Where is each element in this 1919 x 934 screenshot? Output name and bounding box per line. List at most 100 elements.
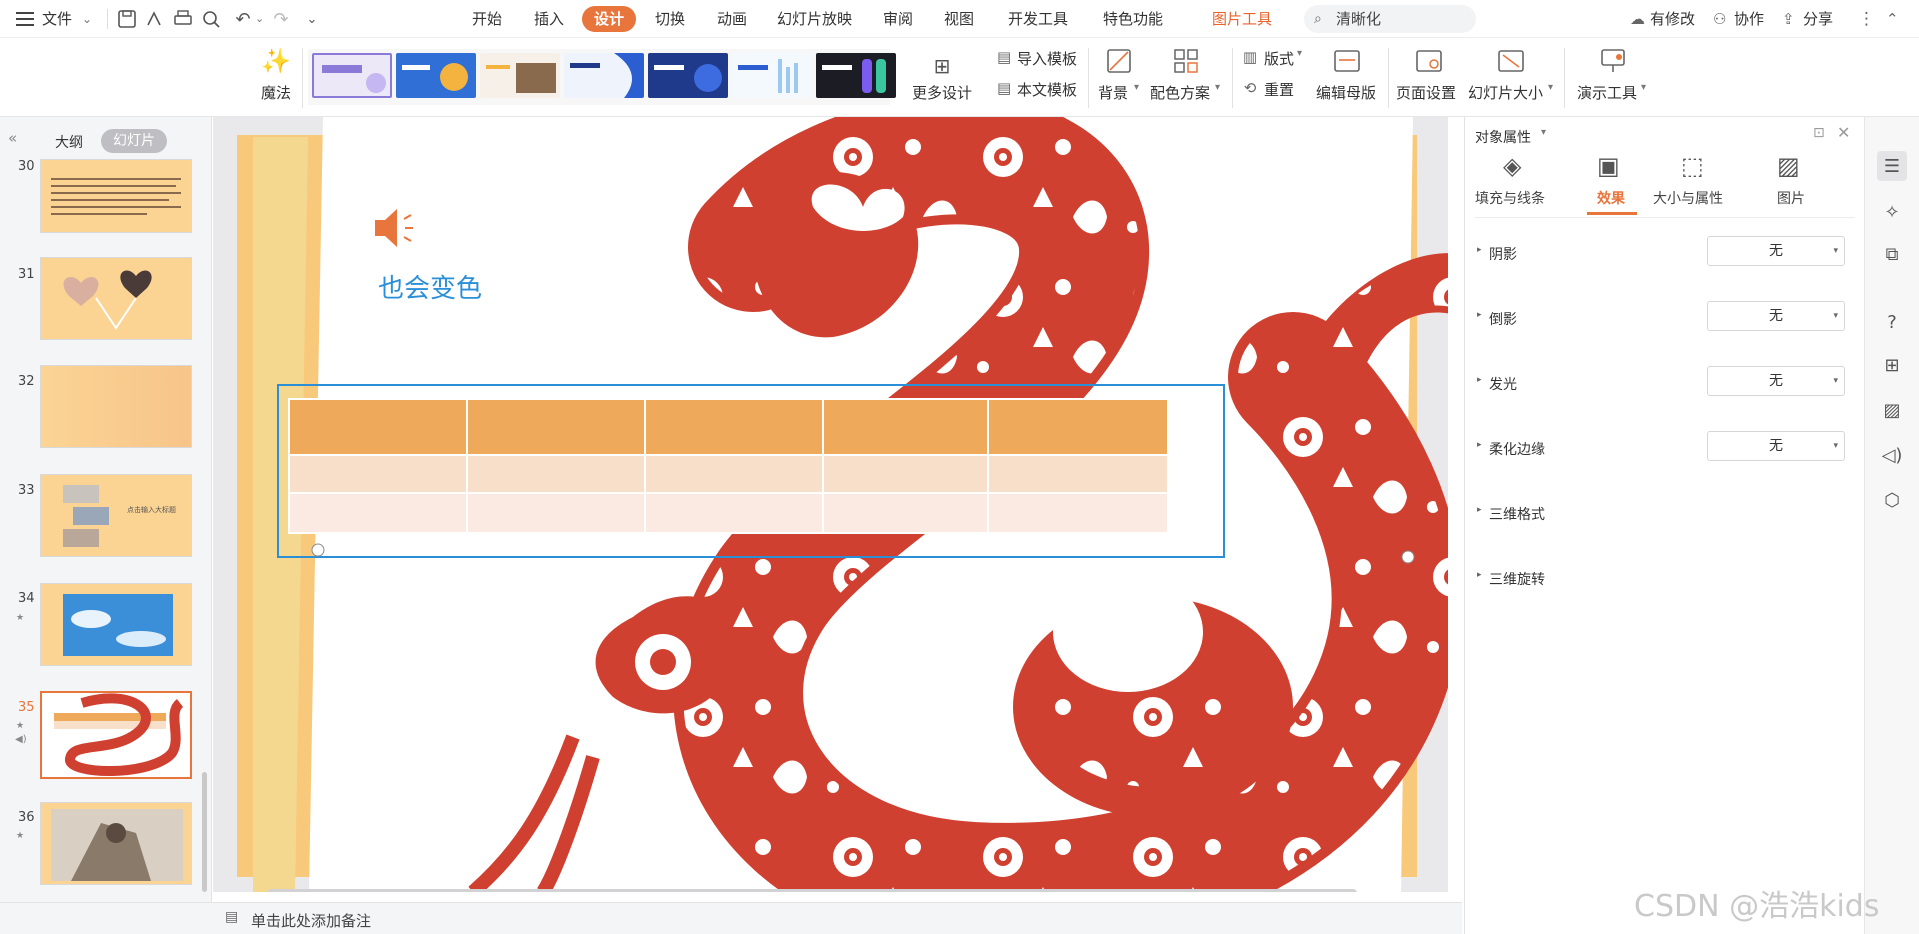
body-template-button[interactable]: 本文模板: [1017, 79, 1077, 100]
help-icon[interactable]: ?: [1877, 307, 1907, 337]
present-tools-icon[interactable]: [1597, 46, 1629, 76]
file-menu[interactable]: 文件: [42, 0, 72, 38]
notes-placeholder[interactable]: 单击此处添加备注: [251, 910, 371, 931]
tab-animation[interactable]: 动画: [717, 0, 747, 38]
table[interactable]: [288, 398, 1169, 534]
table-cell[interactable]: [466, 454, 646, 494]
edit-master-button[interactable]: 编辑母版: [1316, 82, 1376, 103]
tab-developer[interactable]: 开发工具: [1008, 0, 1068, 38]
scrollbar-thumb[interactable]: [202, 772, 207, 892]
redo-icon[interactable]: ↷: [270, 8, 292, 30]
tab-slides[interactable]: 幻灯片: [101, 129, 167, 153]
grid-icon[interactable]: ⊞: [1877, 350, 1907, 380]
undo-dropdown-icon[interactable]: ⌄: [255, 0, 264, 38]
animation-icon[interactable]: ✧: [1877, 197, 1907, 227]
theme-thumbnail-3[interactable]: [480, 53, 560, 98]
hamburger-icon[interactable]: [14, 9, 36, 29]
table-cell[interactable]: [987, 454, 1169, 494]
table-cell[interactable]: [822, 454, 989, 494]
table-cell[interactable]: [288, 492, 468, 534]
collapse-ribbon-icon[interactable]: ⌃: [1886, 0, 1899, 38]
theme-thumbnail-7[interactable]: [816, 53, 896, 98]
more-design-button[interactable]: 更多设计: [908, 82, 976, 103]
slide-thumbnail-36[interactable]: [40, 802, 192, 885]
table-header-cell[interactable]: [644, 398, 824, 456]
table-header-cell[interactable]: [822, 398, 989, 456]
glow-select[interactable]: 无 ▾: [1707, 366, 1845, 396]
more-options-icon[interactable]: ⋮: [1858, 0, 1875, 38]
slide-title[interactable]: 也会变色: [378, 268, 482, 305]
slide-thumbnail-31[interactable]: [40, 257, 192, 340]
tab-home[interactable]: 开始: [472, 0, 502, 38]
horizontal-scrollbar[interactable]: [243, 886, 1403, 892]
slide-thumbnail-33[interactable]: 点击输入大标题: [40, 474, 192, 557]
table-cell[interactable]: [987, 492, 1169, 534]
import-template-button[interactable]: 导入模板: [1017, 48, 1077, 69]
page-setup-icon[interactable]: [1413, 46, 1445, 76]
tab-picture-tools[interactable]: 图片工具: [1212, 0, 1272, 38]
print-icon[interactable]: [172, 8, 194, 30]
property-soft-edges[interactable]: ▸ 柔化边缘 无 ▾: [1477, 431, 1857, 465]
reflection-select[interactable]: 无 ▾: [1707, 301, 1845, 331]
magic-wand-icon[interactable]: ✨: [259, 46, 293, 76]
search-input[interactable]: ⌕ 清晰化: [1304, 5, 1476, 33]
cube-icon[interactable]: ⬡: [1877, 485, 1907, 515]
scrollbar-thumb[interactable]: [267, 889, 1357, 892]
tab-insert[interactable]: 插入: [534, 0, 564, 38]
table-cell[interactable]: [466, 492, 646, 534]
property-glow[interactable]: ▸ 发光 无 ▾: [1477, 366, 1857, 400]
present-tools-button[interactable]: 演示工具: [1577, 82, 1637, 103]
table-header-cell[interactable]: [987, 398, 1169, 456]
theme-thumbnail-5[interactable]: [648, 53, 728, 98]
layout-button[interactable]: 版式: [1264, 48, 1294, 69]
property-reflection[interactable]: ▸ 倒影 无 ▾: [1477, 301, 1857, 335]
tab-outline[interactable]: 大纲: [55, 132, 83, 152]
slide-thumbnail-32[interactable]: [40, 365, 192, 448]
color-scheme-button[interactable]: 配色方案: [1150, 82, 1210, 103]
customize-toolbar-icon[interactable]: ⌄: [302, 8, 322, 30]
background-button[interactable]: 背景: [1098, 82, 1128, 103]
image-icon[interactable]: ▨: [1877, 395, 1907, 425]
tab-design[interactable]: 设计: [582, 6, 637, 32]
tab-review[interactable]: 审阅: [883, 0, 913, 38]
more-design-icon[interactable]: ⊞: [925, 52, 959, 80]
sound-icon[interactable]: ◁): [1877, 440, 1907, 470]
tab-slideshow[interactable]: 幻灯片放映: [777, 0, 852, 38]
table-cell[interactable]: [288, 454, 468, 494]
theme-thumbnail-1[interactable]: [312, 53, 392, 98]
close-icon[interactable]: ✕: [1837, 123, 1850, 142]
resize-handle[interactable]: [311, 543, 325, 557]
property-3d-format[interactable]: ▸ 三维格式: [1477, 496, 1857, 530]
background-icon[interactable]: [1104, 46, 1134, 76]
slide-size-button[interactable]: 幻灯片大小: [1468, 82, 1543, 103]
property-shadow[interactable]: ▸ 阴影 无 ▾: [1477, 236, 1857, 270]
magic-button[interactable]: 魔法: [258, 82, 294, 103]
tab-features[interactable]: 特色功能: [1103, 0, 1163, 38]
transition-icon[interactable]: ⧉: [1877, 239, 1907, 269]
print-preview-icon[interactable]: [200, 8, 222, 30]
panel-title[interactable]: 对象属性: [1475, 127, 1531, 147]
table-header-cell[interactable]: [466, 398, 646, 456]
properties-icon[interactable]: ☰: [1877, 151, 1907, 181]
save-icon[interactable]: [116, 8, 138, 30]
slide-thumbnail-35[interactable]: [40, 691, 192, 779]
table-header-cell[interactable]: [288, 398, 468, 456]
export-icon[interactable]: [143, 8, 165, 30]
has-changes-button[interactable]: 有修改: [1650, 0, 1695, 38]
undo-icon[interactable]: ↶: [232, 8, 254, 30]
tab-transitions[interactable]: 切换: [655, 0, 685, 38]
table-cell[interactable]: [822, 492, 989, 534]
lock-icon[interactable]: ⊡: [1813, 125, 1825, 141]
theme-thumbnail-6[interactable]: [732, 53, 812, 98]
theme-thumbnail-4[interactable]: [564, 53, 644, 98]
chevron-down-icon[interactable]: ▾: [1541, 127, 1546, 138]
collaborate-button[interactable]: 协作: [1734, 0, 1764, 38]
color-scheme-icon[interactable]: [1171, 46, 1201, 76]
resize-handle[interactable]: [1401, 550, 1415, 564]
slide-size-icon[interactable]: [1495, 46, 1527, 76]
reset-button[interactable]: 重置: [1264, 79, 1294, 100]
tab-view[interactable]: 视图: [944, 0, 974, 38]
soft-edges-select[interactable]: 无 ▾: [1707, 431, 1845, 461]
shadow-select[interactable]: 无 ▾: [1707, 236, 1845, 266]
collapse-pane-icon[interactable]: «: [8, 129, 17, 147]
